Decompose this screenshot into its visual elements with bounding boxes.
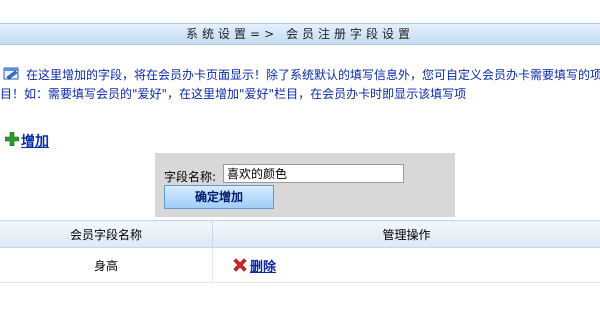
field-name-input[interactable] [223,164,404,183]
add-field-link[interactable]: 增加 [21,134,49,150]
delete-link[interactable]: 删除 [250,260,276,275]
add-link-container[interactable]: 增加 [4,131,49,151]
table-row: 身高 删除 [0,247,600,283]
notice-text-line1: 在这里增加的字段，将在会员办卡页面显示！除了系统默认的填写信息外，您可自定义会员… [26,68,600,82]
fields-table: 会员字段名称 管理操作 身高 删除 [0,220,600,283]
field-name-cell: 身高 [0,247,213,283]
confirm-add-button[interactable]: 确定增加 [164,185,274,209]
page-title: 系统设置=> 会员注册字段设置 [186,27,414,41]
notice: 在这里增加的字段，将在会员办卡页面显示！除了系统默认的填写信息外，您可自定义会员… [0,66,600,104]
field-name-label: 字段名称: [164,170,217,184]
delete-icon[interactable] [231,256,249,274]
actions-cell: 删除 [212,247,600,283]
edit-notice-icon [3,67,20,81]
notice-text-line2: 目！如：需要填写会员的"爱好"，在这里增加"爱好"栏目，在会员办卡时即显示该填写… [0,87,467,101]
plus-icon [4,131,20,147]
column-header-actions: 管理操作 [212,220,600,248]
column-header-field-name: 会员字段名称 [0,220,213,248]
table-header-row: 会员字段名称 管理操作 [0,220,600,248]
add-field-form: 字段名称: 确定增加 [155,153,455,217]
page-title-bar: 系统设置=> 会员注册字段设置 [0,23,600,45]
